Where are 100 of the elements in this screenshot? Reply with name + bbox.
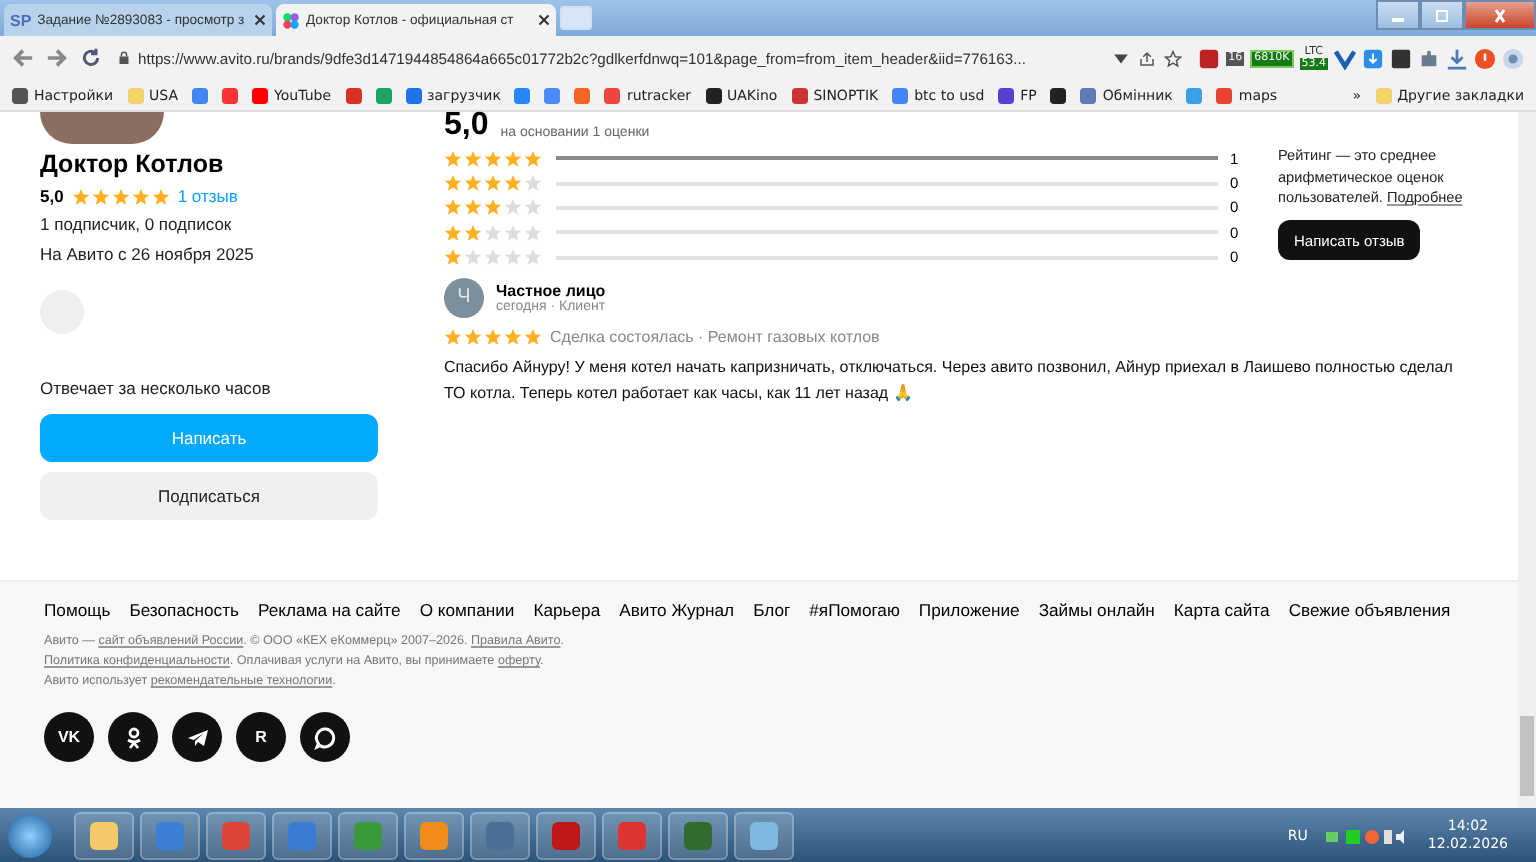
star-icon <box>484 198 502 217</box>
star-icon <box>444 248 462 267</box>
star-icon <box>444 149 462 168</box>
scrollbar[interactable] <box>1518 112 1536 808</box>
close-icon[interactable] <box>254 14 266 26</box>
taskbar-app-button[interactable] <box>206 811 266 859</box>
app-icon <box>222 821 250 849</box>
minimize-button[interactable] <box>1376 0 1420 30</box>
taskbar-app-button[interactable] <box>404 811 464 859</box>
share-icon[interactable] <box>1138 49 1157 67</box>
star-icon <box>111 187 130 205</box>
app-icon <box>156 821 184 849</box>
star-icon <box>484 223 502 242</box>
puzzle-icon[interactable] <box>1418 47 1440 69</box>
star-icon <box>504 149 522 168</box>
star-icon <box>504 327 522 346</box>
footer-link[interactable]: Помощь <box>44 600 111 620</box>
star-icon <box>504 248 522 267</box>
social-button[interactable] <box>108 712 158 762</box>
close-icon <box>1490 7 1510 23</box>
tray-icons[interactable] <box>1325 825 1406 845</box>
star-icon <box>71 187 90 205</box>
taskbar-app-button[interactable] <box>602 811 662 859</box>
bookmark-favicon <box>127 87 144 103</box>
bookmark-favicon <box>892 87 909 103</box>
app-icon <box>486 821 514 849</box>
folder-icon <box>1375 87 1392 103</box>
forward-icon[interactable] <box>46 48 68 68</box>
review-text: Спасибо Айнуру! У меня котел начать капризничать, отключаться. Через авито позвонил, Айнур приехал в Лаишево полностью сделал ТО котла. Теперь котел работает как часы, как 11 лет назад 🙏 <box>444 355 1455 406</box>
maximize-button[interactable] <box>1420 0 1464 30</box>
star-icon <box>524 223 542 242</box>
review-tags: Сделка состоялась · Ремонт газовых котлов <box>550 327 880 346</box>
download-icon[interactable] <box>1446 47 1468 69</box>
social-button[interactable]: VK <box>44 712 94 762</box>
member-since-text: На Авито с 26 ноября 2025 <box>40 244 256 264</box>
star-icon <box>91 187 110 205</box>
star-icon <box>464 223 482 242</box>
star-icon[interactable] <box>1164 49 1183 67</box>
star-icon <box>524 149 542 168</box>
bookmark-favicon <box>12 87 28 103</box>
footer-link[interactable]: Займы онлайн <box>1038 600 1155 620</box>
footer-link[interactable]: #яПомогаю <box>809 600 900 620</box>
reload-icon[interactable] <box>80 48 102 68</box>
star-icon <box>464 327 482 346</box>
taskbar-app-button[interactable] <box>140 811 200 859</box>
footer-link[interactable]: Блог <box>753 600 791 620</box>
star-icon <box>504 198 522 217</box>
star-icon <box>484 174 502 193</box>
close-button[interactable] <box>1464 0 1536 30</box>
taskbar-app-button[interactable] <box>338 811 398 859</box>
taskbar-app-button[interactable] <box>470 811 530 859</box>
subscribe-button[interactable]: Подписаться <box>40 472 378 520</box>
star-icon <box>504 223 522 242</box>
star-icon <box>484 149 502 168</box>
social-button[interactable] <box>172 712 222 762</box>
maximize-icon <box>1432 7 1452 23</box>
footer-link[interactable]: Карта сайта <box>1173 600 1270 620</box>
bookmark-favicon <box>998 87 1015 103</box>
extension-icon[interactable] <box>1334 47 1356 69</box>
taskbar-app-button[interactable] <box>272 811 332 859</box>
tab-favicon: SP <box>10 11 32 29</box>
app-icon <box>288 821 316 849</box>
footer-link[interactable]: Безопасность <box>129 600 240 620</box>
taskbar-app-button[interactable] <box>734 811 794 859</box>
dots-icon <box>282 11 300 29</box>
star-icon <box>444 327 462 346</box>
footer-link[interactable]: О компании <box>419 600 515 620</box>
footer-link[interactable]: Реклама на сайте <box>258 600 401 620</box>
star-icon <box>464 174 482 193</box>
profile-name: Доктор Котлов <box>40 150 226 178</box>
star-icon <box>131 187 150 205</box>
back-icon[interactable] <box>12 48 34 68</box>
star-icon <box>524 248 542 267</box>
profile-icon[interactable] <box>1502 47 1524 69</box>
close-icon[interactable] <box>538 14 550 26</box>
social-button[interactable] <box>300 712 350 762</box>
dropdown-caret-icon[interactable] <box>1112 49 1131 67</box>
taskbar-app-button[interactable] <box>74 811 134 859</box>
star-icon <box>444 198 462 217</box>
app-icon <box>618 821 646 849</box>
bookmark-favicon <box>791 87 808 103</box>
extension-icon[interactable] <box>1390 47 1412 69</box>
footer-link[interactable]: Свежие объявления <box>1288 600 1451 620</box>
update-icon[interactable] <box>1474 47 1496 69</box>
star-icon <box>444 174 462 193</box>
footer-link[interactable]: Авито Журнал <box>619 600 735 620</box>
bookmark-favicon <box>705 87 722 103</box>
footer-link[interactable]: Приложение <box>918 600 1020 620</box>
taskbar-app-button[interactable] <box>668 811 728 859</box>
paper-plane-icon <box>185 725 209 749</box>
chat-bubble-icon <box>313 725 337 749</box>
reviewer-avatar: Ч <box>444 277 484 318</box>
lock-icon <box>118 50 130 66</box>
footer-link[interactable]: Карьера <box>533 600 601 620</box>
start-button[interactable] <box>8 813 52 857</box>
reviewer-name: Частное лицо <box>496 281 606 300</box>
star-icon <box>151 187 170 205</box>
taskbar-app-button[interactable] <box>536 811 596 859</box>
social-button[interactable]: R <box>236 712 286 762</box>
app-icon <box>750 821 778 849</box>
